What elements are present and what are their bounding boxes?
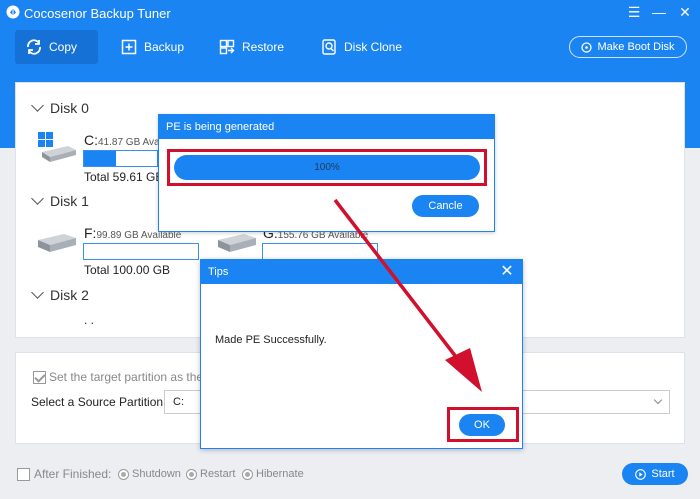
make-boot-disk-button[interactable]: Make Boot Disk bbox=[569, 36, 687, 58]
start-button[interactable]: Start bbox=[622, 463, 688, 485]
disk-2-header[interactable]: Disk 2 bbox=[31, 286, 89, 303]
ok-button[interactable]: OK bbox=[459, 414, 505, 436]
chevron-down-icon bbox=[31, 192, 44, 205]
disk-1-name: Disk 1 bbox=[50, 193, 89, 209]
radio-button[interactable] bbox=[186, 468, 197, 480]
disk-0-header[interactable]: Disk 0 bbox=[31, 99, 89, 116]
partition-total: Total 59.61 GB bbox=[84, 170, 164, 184]
play-icon bbox=[635, 468, 647, 480]
radio-button[interactable] bbox=[118, 468, 129, 480]
disk-2-name: Disk 2 bbox=[50, 287, 89, 303]
tab-copy-label: Copy bbox=[49, 40, 78, 54]
restore-icon bbox=[219, 39, 235, 55]
partition-c-usage-bar bbox=[83, 150, 158, 167]
after-finished-option[interactable]: After Finished: bbox=[17, 467, 111, 481]
hard-drive-icon bbox=[218, 234, 256, 252]
disk-1-header[interactable]: Disk 1 bbox=[31, 192, 89, 209]
partition-total: Total 100.00 GB bbox=[84, 263, 171, 277]
hard-drive-icon bbox=[38, 234, 76, 252]
radio-button[interactable] bbox=[242, 468, 253, 480]
start-label: Start bbox=[651, 468, 675, 480]
disk-2-placeholder: . . bbox=[84, 313, 95, 327]
tab-copy[interactable]: Copy bbox=[15, 30, 98, 64]
chevron-down-icon bbox=[31, 286, 44, 299]
set-target-checkbox[interactable] bbox=[33, 370, 46, 384]
usage-bar-fill bbox=[84, 151, 117, 166]
menu-button[interactable]: ☰ bbox=[625, 3, 643, 21]
pe-progress-bar: 100% bbox=[174, 155, 480, 180]
radio-label: Restart bbox=[200, 468, 236, 480]
pe-dialog-title: PE is being generated bbox=[159, 115, 494, 139]
make-boot-disk-label: Make Boot Disk bbox=[597, 41, 675, 53]
system-drive-icon bbox=[38, 132, 76, 162]
app-logo-icon bbox=[6, 5, 20, 19]
source-partition-label: Select a Source Partition: bbox=[31, 395, 167, 409]
close-icon[interactable]: ✕ bbox=[497, 262, 517, 282]
backup-icon bbox=[121, 39, 137, 55]
radio-hibernate[interactable]: Hibernate bbox=[242, 468, 304, 480]
tab-disk-clone-label: Disk Clone bbox=[344, 40, 403, 54]
cancel-button[interactable]: Cancle bbox=[412, 195, 479, 217]
chevron-down-icon bbox=[31, 99, 44, 112]
tips-dialog-title: Tips bbox=[201, 260, 522, 284]
tab-disk-clone[interactable]: Disk Clone bbox=[310, 30, 412, 64]
boot-disk-icon bbox=[581, 41, 593, 53]
set-target-option[interactable]: Set the target partition as the b bbox=[33, 370, 213, 384]
tips-dialog: Tips ✕ Made PE Successfully. OK bbox=[200, 259, 523, 449]
app-title: Cocosenor Backup Tuner bbox=[24, 6, 171, 21]
tab-backup[interactable]: Backup bbox=[110, 30, 194, 64]
tab-restore-label: Restore bbox=[242, 40, 285, 54]
tab-restore[interactable]: Restore bbox=[208, 30, 294, 64]
source-partition-value: C: bbox=[173, 396, 184, 408]
radio-label: Hibernate bbox=[256, 468, 304, 480]
after-finished-checkbox[interactable] bbox=[17, 467, 30, 481]
copy-icon bbox=[27, 39, 41, 55]
pe-generation-dialog: PE is being generated 100% Cancle bbox=[158, 114, 495, 232]
tab-backup-label: Backup bbox=[144, 40, 185, 54]
radio-restart[interactable]: Restart bbox=[186, 468, 235, 480]
chevron-down-icon bbox=[653, 395, 663, 405]
set-target-label: Set the target partition as the b bbox=[49, 370, 214, 384]
partition-g-usage-bar bbox=[262, 243, 378, 260]
disk-0-name: Disk 0 bbox=[50, 100, 89, 116]
partition-letter: F: bbox=[84, 225, 97, 241]
disk-clone-icon bbox=[322, 39, 336, 55]
radio-label: Shutdown bbox=[132, 468, 181, 480]
tips-message: Made PE Successfully. bbox=[215, 334, 327, 346]
after-finished-label: After Finished: bbox=[34, 467, 112, 481]
partition-f-usage-bar bbox=[83, 243, 199, 260]
radio-shutdown[interactable]: Shutdown bbox=[118, 468, 181, 480]
minimize-button[interactable]: — bbox=[650, 3, 668, 21]
partition-letter: C: bbox=[84, 132, 98, 148]
close-button[interactable]: ✕ bbox=[676, 3, 694, 21]
